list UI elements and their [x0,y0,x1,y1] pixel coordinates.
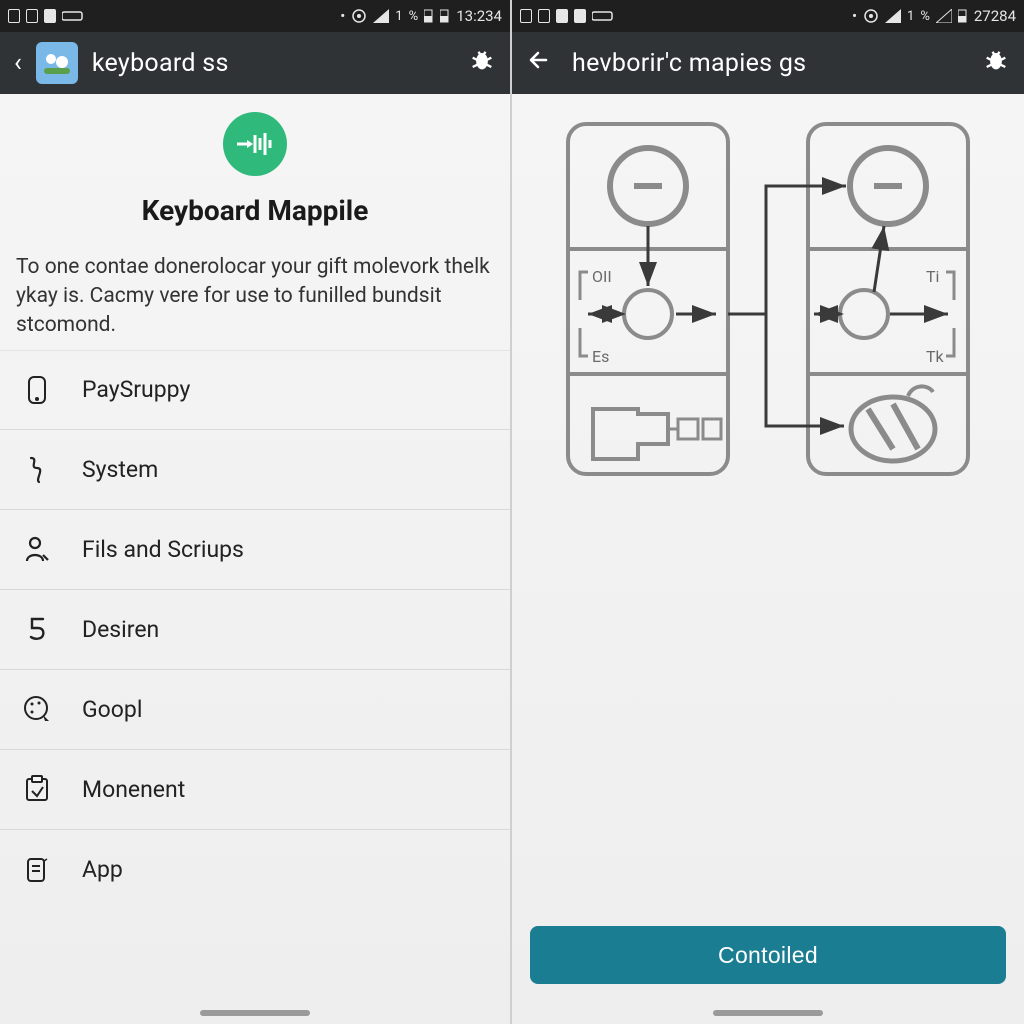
list-item-system[interactable]: System [0,430,510,510]
squiggle-icon [20,454,54,484]
signal2-icon [936,9,952,23]
status-bar: • 1 % 27284 [512,0,1024,32]
target-icon [351,8,367,24]
hero-description: To one contae donerolocar your gift mole… [0,235,510,350]
hero-sound-icon [223,112,287,176]
document-icon [20,856,54,884]
hero: Keyboard Mappile [0,94,510,235]
hero-title: Keyboard Mappile [142,194,369,227]
status-bar: • 1 % 13:234 [0,0,510,32]
percent-icon: % [920,9,930,24]
target-icon [863,8,879,24]
settings-list: PaySruppy System Fils and Scriups Desire… [0,350,510,910]
list-item-label: Desiren [82,616,159,643]
battery-icon-1 [424,9,434,23]
five-icon [20,615,54,643]
list-item-monenent[interactable]: Monenent [0,750,510,830]
back-caret-icon[interactable]: ‹ [14,48,22,78]
signal-text-icon: 1 [907,9,914,24]
app-bar: ‹ keyboard ss [0,32,510,94]
app-logo-icon [36,42,78,84]
sim-icon [8,9,20,23]
list-item-label: App [82,856,123,883]
list-item-label: Goopl [82,696,142,723]
percent-icon: % [409,9,419,24]
sim-icon [520,9,532,23]
dot-icon: • [340,7,345,25]
list-item-paysruppy[interactable]: PaySruppy [0,350,510,430]
contoiled-button[interactable]: Contoiled [530,926,1006,984]
phone-icon [20,375,54,405]
list-item-label: Monenent [82,776,185,803]
status-time: 13:234 [456,7,502,25]
battery-icon-2 [440,9,450,23]
list-item-label: PaySruppy [82,376,190,403]
signal-icon [373,9,389,23]
phone-left: • 1 % 13:234 ‹ keyboard ss [0,0,512,1024]
phone-right: • 1 % 27284 hevborir'c mapies gs [512,0,1024,1024]
signal-text-icon: 1 [395,9,402,24]
list-item-label: Fils and Scriups [82,536,244,563]
diagram-label-oil: OII [592,267,612,286]
list-item-app[interactable]: App [0,830,510,910]
nav-indicator[interactable] [200,1010,310,1016]
pa-icon [574,9,586,23]
battery-icon [958,9,968,23]
notification-icon [44,9,56,23]
app-bar-title: hevborir'c mapies gs [572,49,968,78]
card-icon [62,10,84,22]
list-item-fils[interactable]: Fils and Scriups [0,510,510,590]
phone-outline-icon [538,9,550,23]
bug-icon[interactable] [468,46,496,81]
list-item-label: System [82,456,158,483]
diagram-label-es: Es [592,347,609,366]
diagram-label-ti: Ti [926,267,939,286]
dot-icon: • [852,7,857,25]
signal-icon [885,9,901,23]
app-bar: hevborir'c mapies gs [512,32,1024,94]
bug-icon[interactable] [982,46,1010,81]
mapping-diagram: OII Es [512,94,1024,926]
status-time: 27284 [974,7,1016,25]
back-arrow-icon[interactable] [526,47,552,80]
diagram-label-tk: Tk [926,347,945,366]
clipboard-icon [20,775,54,803]
nav-indicator[interactable] [713,1010,823,1016]
notification-icon [556,9,568,23]
app-bar-title: keyboard ss [92,49,454,78]
person-icon [20,535,54,563]
list-item-goopl[interactable]: Goopl [0,670,510,750]
card-icon [592,10,614,22]
palette-icon [20,695,54,723]
list-item-desiren[interactable]: Desiren [0,590,510,670]
phone-outline-icon [26,9,38,23]
